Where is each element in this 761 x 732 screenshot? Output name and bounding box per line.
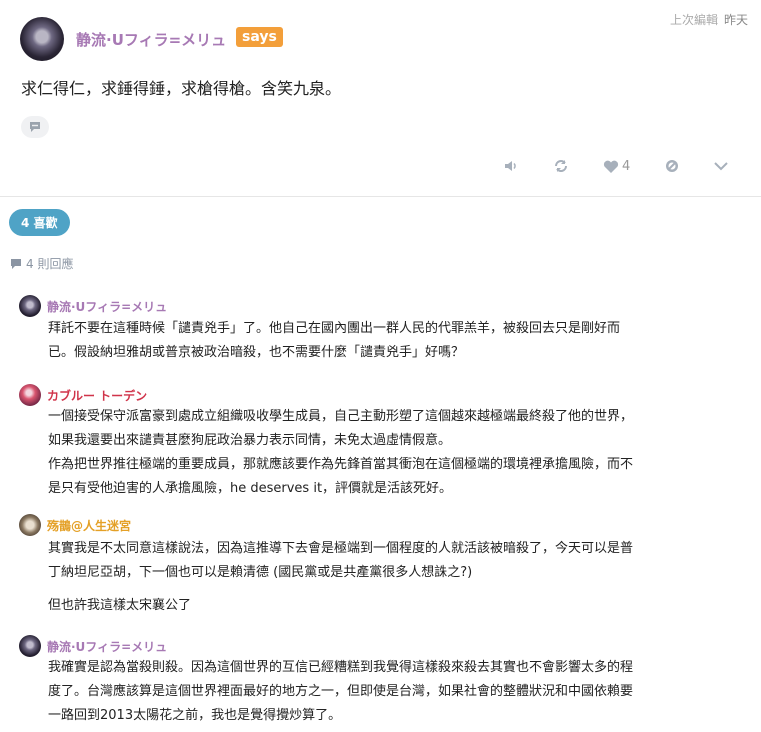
reply-author[interactable]: 殇鵲@人生迷宮 <box>47 517 131 534</box>
like-button[interactable]: 4 <box>603 156 630 176</box>
reply-text: 一個接受保守派富豪到處成立組織吸收學生成員，自己主動形塑了這個越來越極端最終殺了… <box>48 405 738 501</box>
replies-count-label: 4 則回應 <box>26 257 74 271</box>
post-time[interactable]: 昨天 <box>724 11 748 28</box>
reply-header: 静流·Uフィラ=メリュ <box>19 635 167 657</box>
post-body: 求仁得仁，求錘得錘，求槍得槍。含笑九泉。 <box>21 79 342 98</box>
reply-header: カブルー トーデン <box>19 384 147 406</box>
like-count: 4 <box>622 158 631 174</box>
reply-line: 已。假設納坦雅胡或普京被政治暗殺，也不需要什麼「譴責兇手」好嗎？ <box>48 345 465 360</box>
author-avatar[interactable] <box>20 17 64 61</box>
more-options-button[interactable] <box>713 156 729 176</box>
reply-line: 是只有受他迫害的人承擔風險，he deserves it，評價就是活該死好。 <box>48 481 453 496</box>
reply-line: 一個接受保守派富豪到處成立組織吸收學生成員，自己主動形塑了這個越來越極端最終殺了… <box>48 409 634 424</box>
repost-button[interactable] <box>553 156 569 176</box>
reply-line: 但也許我這樣太宋襄公了 <box>48 598 192 613</box>
avatar[interactable] <box>19 384 41 406</box>
flag-button[interactable] <box>664 156 680 176</box>
replies-summary[interactable]: 4 則回應 <box>10 255 73 272</box>
chevron-down-icon <box>714 162 728 171</box>
reply-line: 我確實是認為當殺則殺。因為這個世界的互信已經糟糕到我覺得這樣殺來殺去其實也不會影… <box>48 660 634 675</box>
heart-icon <box>603 160 619 173</box>
refresh-icon <box>555 160 567 172</box>
reply-line: 一路回到2013太陽花之前，我也是覺得攪炒算了。 <box>48 708 342 723</box>
reply-line: 拜託不要在這種時候「譴責兇手」了。他自己在國內團出一群人民的代罪羔羊，被殺回去只… <box>48 321 621 336</box>
reply-line: 丁納坦尼亞胡，下一個也可以是賴清德 (國民黨或是共產黨很多人想誅之?) <box>48 565 473 580</box>
reply-author[interactable]: 静流·Uフィラ=メリュ <box>47 298 167 315</box>
reply-line: 其實我是不太同意這樣說法，因為這推導下去會是極端到一個程度的人就活該被暗殺了，今… <box>48 541 634 556</box>
reply-header: 殇鵲@人生迷宮 <box>19 514 131 536</box>
reply-line: 作為把世界推往極端的重要成員，那就應該要作為先鋒首當其衝泡在這個極端的環境裡承擔… <box>48 457 634 472</box>
reply-header: 静流·Uフィラ=メリュ <box>19 295 167 317</box>
speaker-icon <box>505 161 516 171</box>
avatar[interactable] <box>19 635 41 657</box>
says-badge: says <box>236 27 283 47</box>
comment-icon <box>11 258 21 269</box>
reply-bubble-button[interactable] <box>21 116 49 138</box>
prohibit-icon <box>666 160 678 172</box>
reply-text: 其實我是不太同意這樣說法，因為這推導下去會是極端到一個程度的人就活該被暗殺了，今… <box>48 537 738 618</box>
chat-bubble-icon <box>30 122 40 132</box>
reply-text: 我確實是認為當殺則殺。因為這個世界的互信已經糟糕到我覺得這樣殺來殺去其實也不會影… <box>48 656 738 728</box>
reply-text: 拜託不要在這種時候「譴責兇手」了。他自己在國內團出一群人民的代罪羔羊，被殺回去只… <box>48 317 738 365</box>
likes-summary-pill[interactable]: 4 喜歡 <box>9 209 70 236</box>
reply-line: 度了。台灣應該算是這個世界裡面最好的地方之一，但即使是台灣，如果社會的整體狀況和… <box>48 684 634 699</box>
post-author-name[interactable]: 静流·Uフィラ=メリュ <box>76 29 226 50</box>
reply-author[interactable]: カブルー トーデン <box>47 387 147 404</box>
avatar[interactable] <box>19 295 41 317</box>
edited-label[interactable]: 上次編輯 <box>670 11 718 28</box>
vote-button[interactable] <box>503 156 519 176</box>
avatar[interactable] <box>19 514 41 536</box>
divider <box>0 196 761 197</box>
reply-line: 如果我還要出來譴責甚麼狗屁政治暴力表示同情，未免太過虛情假意。 <box>48 433 452 448</box>
reply-author[interactable]: 静流·Uフィラ=メリュ <box>47 638 167 655</box>
